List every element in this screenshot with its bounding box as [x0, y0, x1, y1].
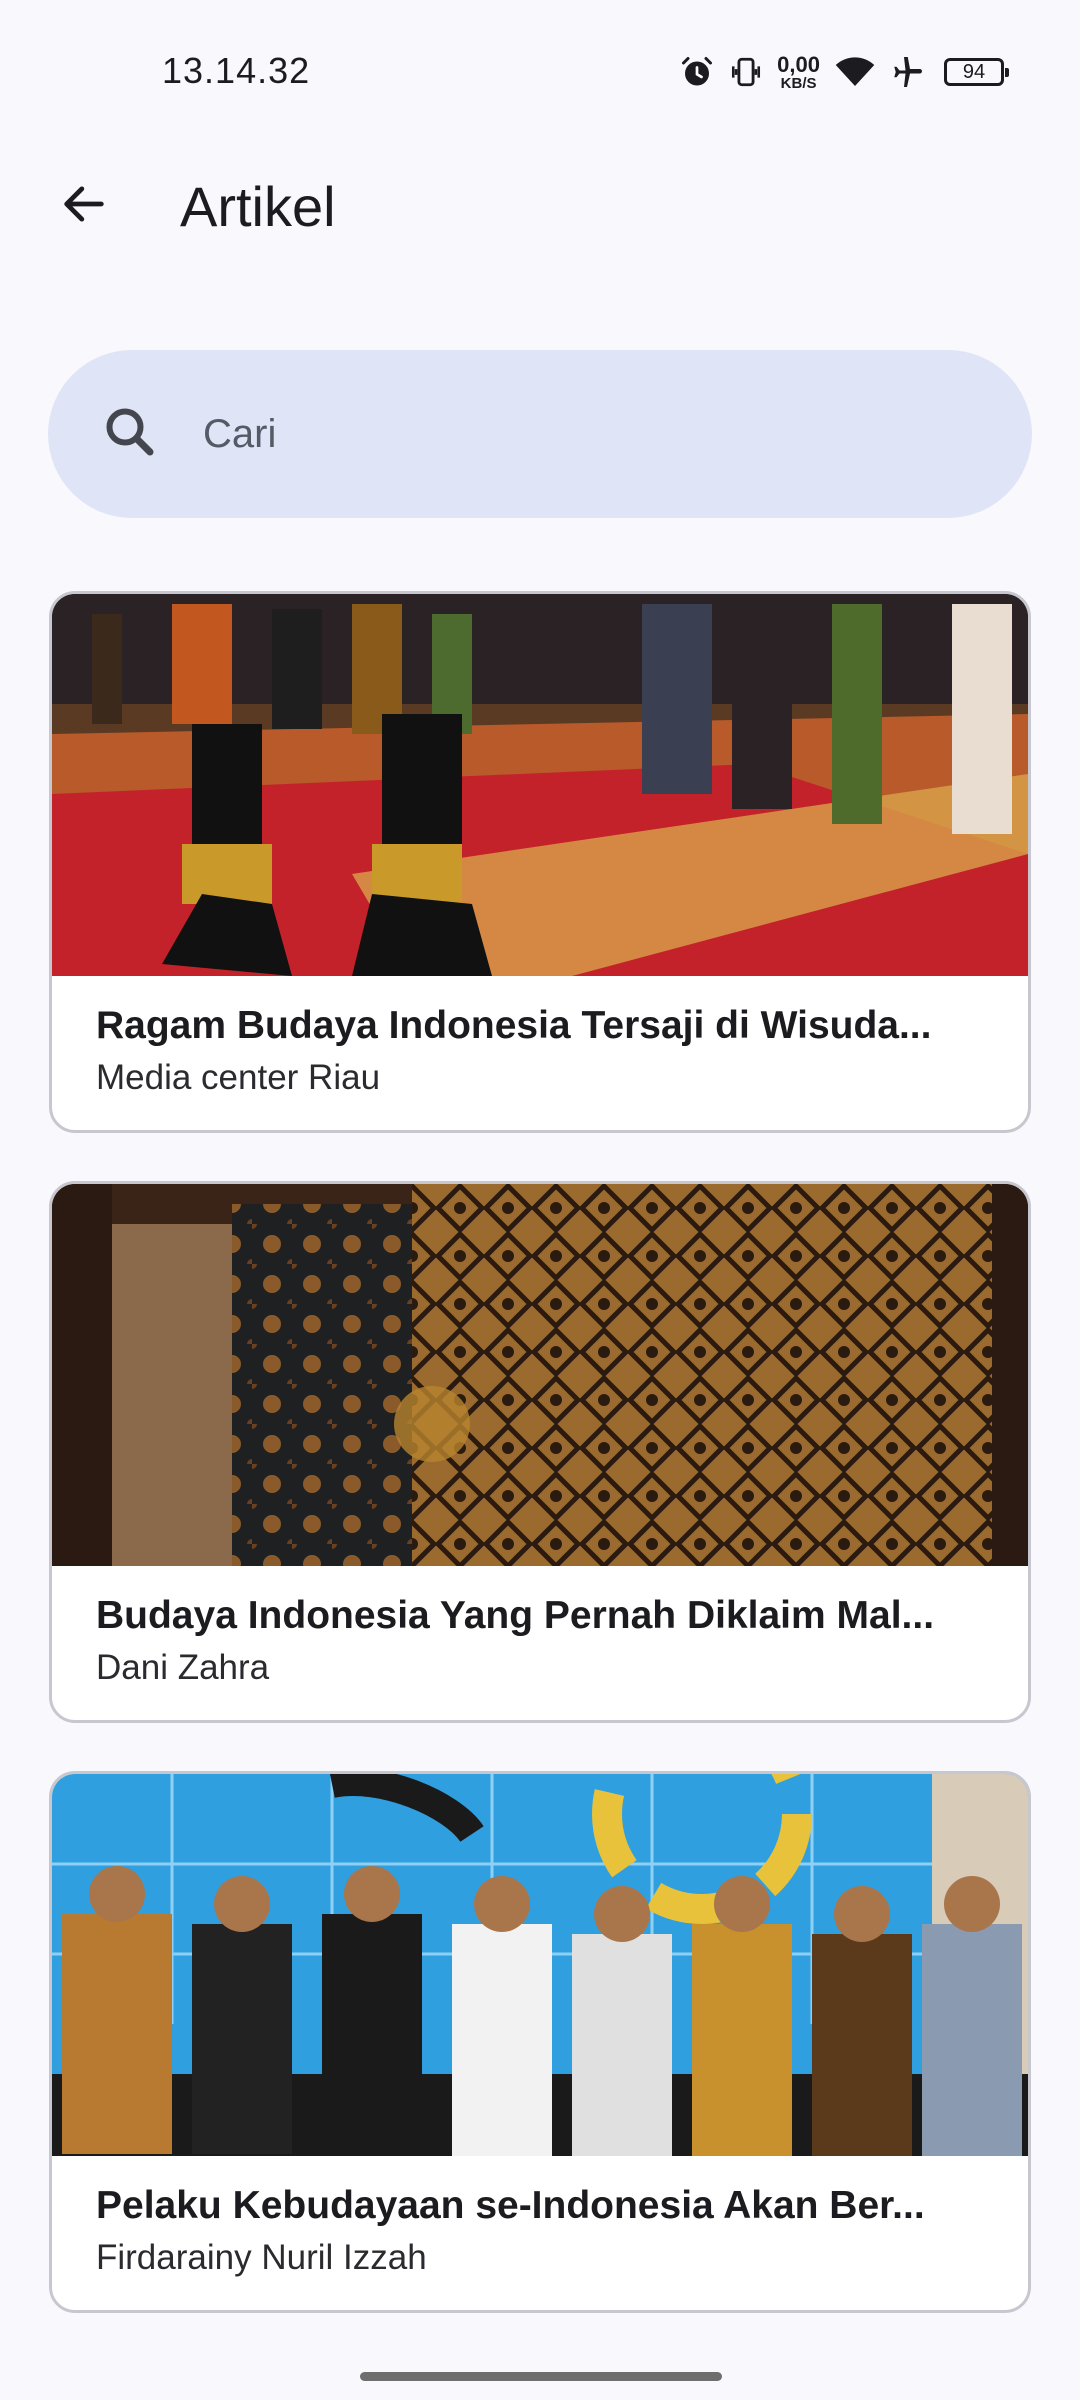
search-bar[interactable] [48, 350, 1032, 518]
alarm-icon [679, 54, 715, 90]
wifi-icon [834, 54, 876, 90]
search-icon [106, 408, 154, 456]
airplane-icon [890, 54, 930, 90]
gesture-nav-handle[interactable] [360, 2372, 722, 2381]
article-image [52, 594, 1028, 976]
search-input[interactable] [203, 395, 983, 473]
article-card[interactable]: Pelaku Kebudayaan se-Indonesia Akan Ber.… [49, 1771, 1031, 2313]
status-bar: 13.14.32 0,00 KB/S 94 [0, 0, 1080, 140]
article-title: Ragam Budaya Indonesia Tersaji di Wisuda… [96, 1004, 932, 1047]
article-title: Budaya Indonesia Yang Pernah Diklaim Mal… [96, 1594, 935, 1637]
article-image [52, 1184, 1028, 1566]
app-bar: Artikel [0, 150, 1080, 270]
vibrate-icon [729, 55, 763, 89]
article-author: Media center Riau [96, 1058, 381, 1097]
article-card[interactable]: Ragam Budaya Indonesia Tersaji di Wisuda… [49, 591, 1031, 1133]
article-author: Firdarainy Nuril Izzah [96, 2238, 427, 2277]
status-icons: 0,00 KB/S 94 [679, 51, 1009, 92]
battery-icon: 94 [944, 58, 1009, 86]
net-speed: 0,00 KB/S [777, 51, 820, 92]
article-image [52, 1774, 1028, 2156]
arrow-back-icon [64, 186, 104, 222]
article-card[interactable]: Budaya Indonesia Yang Pernah Diklaim Mal… [49, 1181, 1031, 1723]
battery-level: 94 [962, 60, 986, 83]
page-title: Artikel [180, 175, 336, 238]
article-title: Pelaku Kebudayaan se-Indonesia Akan Ber.… [96, 2184, 925, 2227]
article-author: Dani Zahra [96, 1648, 270, 1687]
status-time: 13.14.32 [162, 50, 311, 91]
back-button[interactable] [52, 172, 116, 236]
